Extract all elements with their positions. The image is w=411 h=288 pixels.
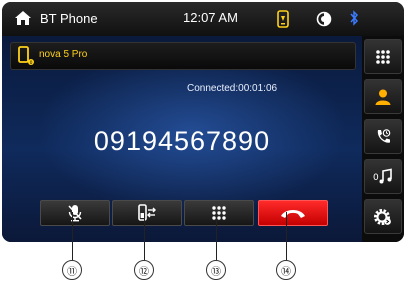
callout-leader (144, 212, 145, 260)
keypad-icon (212, 206, 226, 220)
sidebar-item-call-log[interactable] (364, 119, 402, 154)
sidebar-item-dialpad[interactable] (364, 39, 402, 74)
device-name: nova 5 Pro (39, 49, 88, 60)
bt-phone-screen: BT Phone 12:07 AM 0 nova 5 Pro Connected… (2, 2, 404, 242)
status-bar: BT Phone 12:07 AM (2, 2, 404, 36)
voice-transfer-icon (138, 204, 156, 221)
brightness-icon[interactable] (316, 11, 332, 27)
svg-text:0: 0 (30, 60, 33, 66)
mic-mute-icon (68, 205, 82, 222)
phone-status-icon (277, 10, 289, 28)
clock: 12:07 AM (183, 10, 238, 25)
svg-text:0: 0 (373, 173, 379, 183)
dialpad-icon (376, 49, 390, 64)
home-icon[interactable] (14, 10, 32, 26)
app-title: BT Phone (40, 11, 98, 26)
sidebar-item-settings[interactable] (364, 199, 402, 234)
callout-14: ⑭ (276, 260, 296, 280)
sidebar-item-music[interactable]: 0 (364, 159, 402, 194)
callout-leader (72, 212, 73, 260)
bluetooth-icon (350, 10, 359, 26)
end-call-button[interactable] (258, 200, 328, 226)
keypad-button[interactable] (184, 200, 254, 226)
voice-transfer-button[interactable] (112, 200, 182, 226)
call-log-icon (377, 128, 391, 143)
callout-12: ⑫ (134, 260, 154, 280)
callout-leader (216, 212, 217, 260)
call-status: Connected:00:01:06 (187, 83, 278, 94)
mobile-phone-icon: 0 (18, 46, 34, 66)
contacts-icon (375, 89, 391, 105)
mute-button[interactable] (40, 200, 110, 226)
music-icon: 0 (373, 168, 392, 183)
callout-11: ⑪ (62, 260, 82, 280)
hang-up-icon (281, 210, 305, 218)
sidebar-item-contacts[interactable] (364, 79, 402, 114)
sidebar: 0 (362, 36, 404, 242)
device-bar: 0 nova 5 Pro (10, 42, 356, 70)
settings-icon (374, 208, 391, 225)
call-panel: 0 nova 5 Pro Connected:00:01:06 09194567… (2, 36, 362, 242)
callout-leader (286, 212, 287, 260)
callout-13: ⑬ (206, 260, 226, 280)
phone-number: 09194567890 (93, 126, 271, 156)
